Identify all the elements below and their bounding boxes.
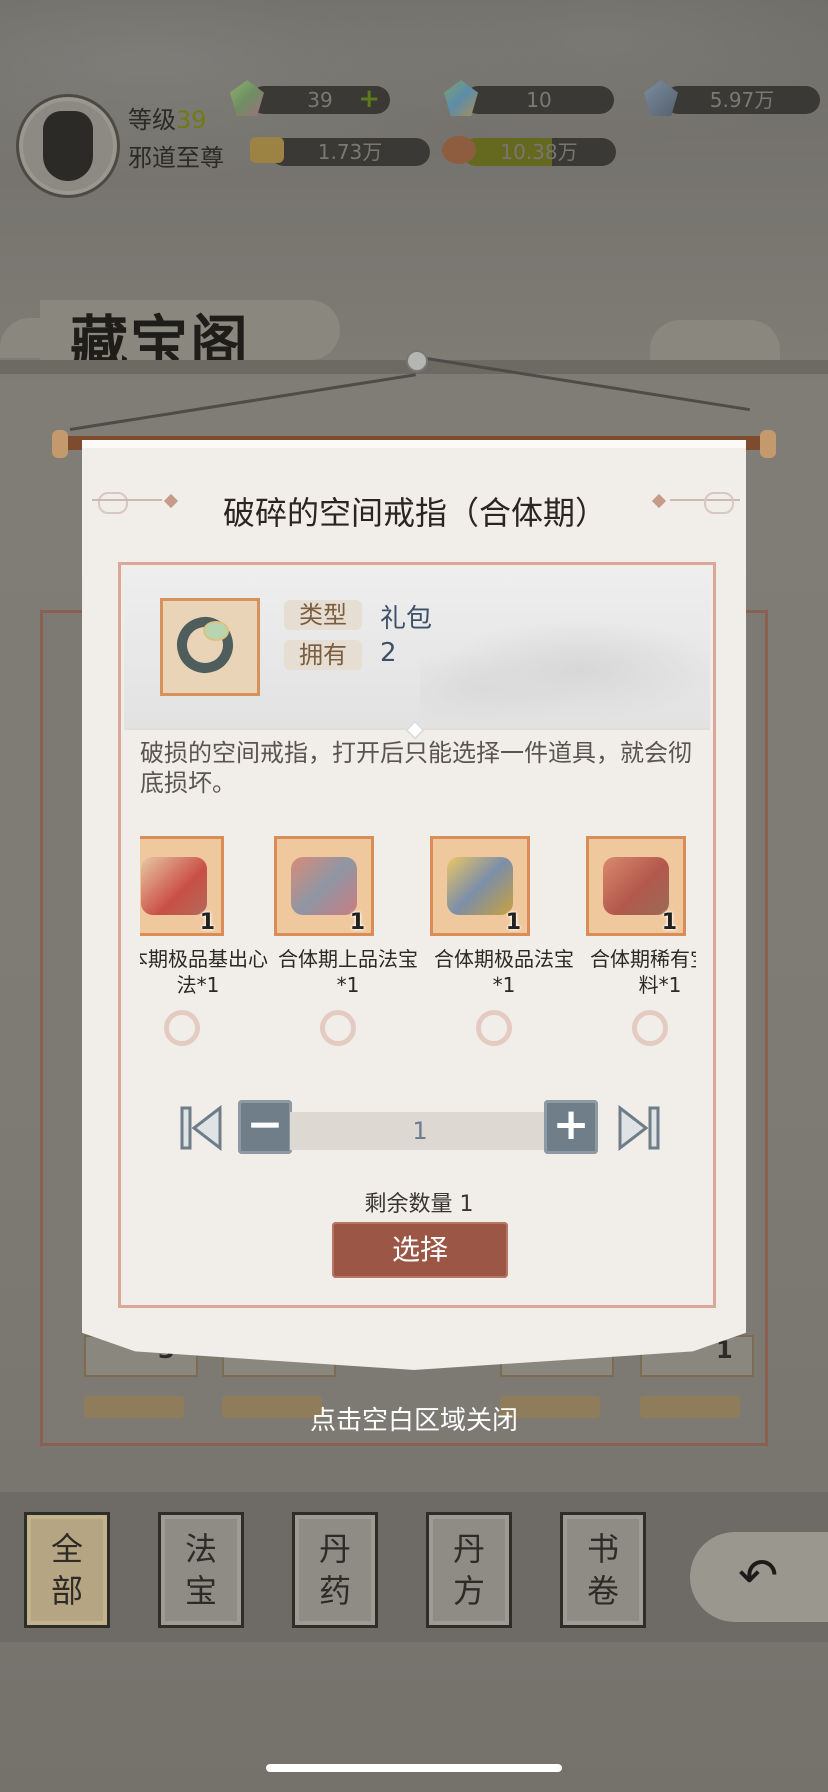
close-hint[interactable]: 点击空白区域关闭 <box>200 1400 628 1437</box>
choice-radio[interactable] <box>476 1010 512 1046</box>
type-value: 礼包 <box>380 604 433 634</box>
material-pouch-icon <box>603 857 669 915</box>
title-ornament-line <box>92 499 162 501</box>
meat-icon <box>442 136 476 164</box>
item-description: 破损的空间戒指，打开后只能选择一件道具，就会彻底损坏。 <box>140 739 692 797</box>
ring-gem <box>203 621 229 641</box>
add-jade-button[interactable]: + <box>358 86 380 112</box>
player-title: 邪道至尊 <box>128 144 224 172</box>
level-value: 39 <box>176 106 207 134</box>
ring-icon <box>169 609 241 681</box>
choice-count: 1 <box>661 910 677 935</box>
jade-bar: 39 + <box>230 80 390 116</box>
choice-icon: 1 <box>140 836 224 936</box>
avatar-figure <box>43 111 93 181</box>
cloud-ornament-icon <box>704 492 734 514</box>
skip-first-icon[interactable] <box>176 1102 226 1154</box>
gold-icon <box>250 137 284 163</box>
own-value: 2 <box>380 638 397 668</box>
scroll-rod-cap-right <box>760 430 776 458</box>
home-indicator[interactable] <box>266 1764 562 1772</box>
rainbow-gem-bar: 10 <box>444 80 614 116</box>
scroll-rod-cap-left <box>52 430 68 458</box>
remaining-count: 剩余数量 1 <box>364 1192 474 1217</box>
back-arrow-icon: ↶ <box>738 1548 779 1604</box>
choice-name: 本期极品基出心法*1 <box>140 947 268 997</box>
meat-bar: 10.38万 <box>442 136 616 166</box>
header-landscape <box>420 590 710 720</box>
tab-scrolls[interactable]: 书卷 <box>560 1512 646 1628</box>
choice-name: 合体期上品法宝*1 <box>278 947 418 997</box>
choice-radio[interactable] <box>632 1010 668 1046</box>
tab-treasure[interactable]: 法宝 <box>158 1512 244 1628</box>
background-item-tag <box>640 1396 740 1418</box>
decrease-button[interactable]: − <box>238 1100 292 1154</box>
select-button[interactable]: 选择 <box>332 1222 508 1278</box>
avatar[interactable] <box>16 94 120 198</box>
choice-count: 1 <box>349 910 365 935</box>
tab-recipes[interactable]: 丹方 <box>426 1512 512 1628</box>
tab-all[interactable]: 全部 <box>24 1512 110 1628</box>
cloud-decoration-right <box>650 320 780 360</box>
cloud-ornament-icon <box>98 492 128 514</box>
choice-count: 1 <box>199 910 215 935</box>
crystal-bar: 5.97万 <box>644 80 820 116</box>
choice-icon: 1 <box>274 836 374 936</box>
own-label: 拥有 <box>284 640 362 670</box>
sword-bundle-icon <box>291 857 357 915</box>
increase-button[interactable]: + <box>544 1100 598 1154</box>
golden-sword-bundle-icon <box>447 857 513 915</box>
modal-title: 破碎的空间戒指（合体期） <box>222 494 607 532</box>
choice-name: 合体期稀有宝材料*1 <box>590 947 696 997</box>
level-label: 等级39 <box>128 106 207 134</box>
choice-name: 合体期极品法宝*1 <box>434 947 574 997</box>
choice-radio[interactable] <box>164 1010 200 1046</box>
book-box-icon <box>141 857 207 915</box>
tab-pills[interactable]: 丹药 <box>292 1512 378 1628</box>
choice-icon: 1 <box>430 836 530 936</box>
choice-icon: 1 <box>586 836 686 936</box>
choice-count: 1 <box>505 910 521 935</box>
gold-bar: 1.73万 <box>250 137 430 166</box>
type-label: 类型 <box>284 600 362 630</box>
choice-list[interactable]: 1 本期极品基出心法*1 1 合体期上品法宝*1 1 合体期极品法宝*1 1 合… <box>140 836 696 1036</box>
skip-last-icon[interactable] <box>614 1102 664 1154</box>
nail-icon <box>406 350 428 372</box>
quantity-value[interactable]: 1 <box>290 1112 550 1150</box>
item-icon-box <box>160 598 260 696</box>
scroll-top-edge <box>82 440 746 448</box>
background-item-tag <box>84 1396 184 1418</box>
choice-radio[interactable] <box>320 1010 356 1046</box>
